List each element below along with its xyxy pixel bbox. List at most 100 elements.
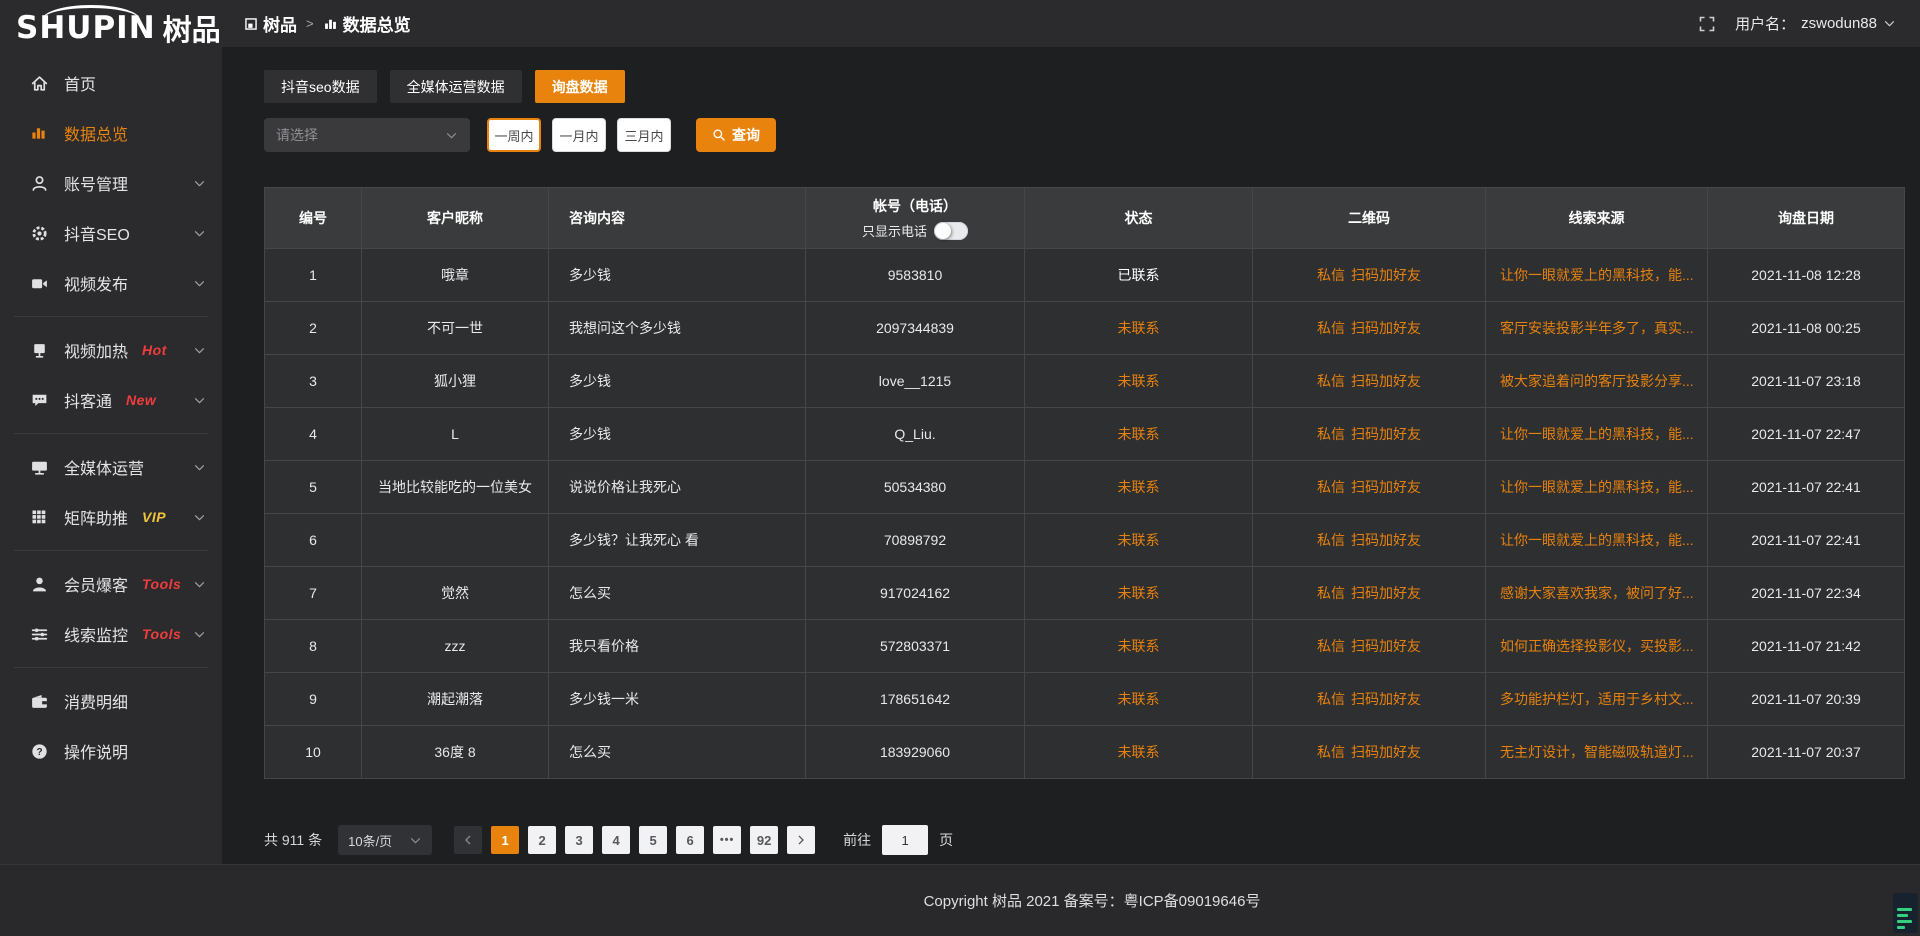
source-link[interactable]: 让你一眼就爱上的黑科技，能... bbox=[1500, 426, 1694, 442]
scan-add-friend-link[interactable]: 扫码加好友 bbox=[1351, 585, 1421, 601]
period-button-one-week[interactable]: 一周内 bbox=[487, 118, 541, 152]
prev-page-button[interactable] bbox=[454, 826, 482, 854]
sidebar-item-douyin-seo[interactable]: 抖音SEO bbox=[0, 208, 222, 258]
column-header-date: 询盘日期 bbox=[1708, 188, 1905, 249]
app-logo[interactable]: SHUPIN 树品 bbox=[16, 7, 221, 49]
breadcrumb-app[interactable]: 树品 bbox=[244, 11, 297, 36]
dm-link[interactable]: 私信 bbox=[1317, 426, 1345, 442]
cell-qrcode: 私信扫码加好友 bbox=[1253, 567, 1486, 620]
dm-link[interactable]: 私信 bbox=[1317, 744, 1345, 760]
period-button-label: 一周内 bbox=[494, 126, 533, 145]
sidebar-item-video-publish[interactable]: 视频发布 bbox=[0, 258, 222, 308]
chevron-down-icon bbox=[193, 628, 206, 641]
period-button-one-month[interactable]: 一月内 bbox=[552, 118, 606, 152]
dm-link[interactable]: 私信 bbox=[1317, 320, 1345, 336]
cell-source: 多功能护栏灯，适用于乡村文... bbox=[1486, 673, 1708, 726]
scan-add-friend-link[interactable]: 扫码加好友 bbox=[1351, 426, 1421, 442]
cell-id: 7 bbox=[265, 567, 362, 620]
sidebar-item-matrix-boost[interactable]: 矩阵助推 VIP bbox=[0, 492, 222, 542]
cell-account: 917024162 bbox=[806, 567, 1025, 620]
sidebar-item-member-baoke[interactable]: 会员爆客 Tools bbox=[0, 559, 222, 609]
chart-icon bbox=[323, 16, 338, 31]
dm-link[interactable]: 私信 bbox=[1317, 479, 1345, 495]
source-link[interactable]: 无主灯设计，智能磁吸轨道灯... bbox=[1500, 744, 1694, 760]
cell-content: 多少钱 bbox=[549, 408, 806, 461]
page-number-button[interactable]: 1 bbox=[491, 826, 519, 854]
page-number-button[interactable]: 2 bbox=[528, 826, 556, 854]
user-dropdown[interactable]: 用户名：zswodun88 bbox=[1735, 13, 1896, 34]
sidebar-item-operation-guide[interactable]: ? 操作说明 bbox=[0, 726, 222, 776]
cell-nickname: 潮起潮落 bbox=[362, 673, 549, 726]
sidebar-item-data-overview[interactable]: 数据总览 bbox=[0, 108, 222, 158]
cell-date: 2021-11-07 22:47 bbox=[1708, 408, 1905, 461]
scan-add-friend-link[interactable]: 扫码加好友 bbox=[1351, 744, 1421, 760]
sidebar-divider bbox=[14, 667, 208, 668]
cell-source: 让你一眼就爱上的黑科技，能... bbox=[1486, 249, 1708, 302]
cell-account: 178651642 bbox=[806, 673, 1025, 726]
scan-add-friend-link[interactable]: 扫码加好友 bbox=[1351, 479, 1421, 495]
page-number-button[interactable]: 5 bbox=[639, 826, 667, 854]
source-link[interactable]: 感谢大家喜欢我家，被问了好... bbox=[1500, 585, 1694, 601]
chevron-down-icon bbox=[193, 394, 206, 407]
sidebar-item-label: 抖音SEO bbox=[64, 221, 130, 245]
goto-page-input[interactable] bbox=[882, 825, 928, 855]
next-page-button[interactable] bbox=[787, 826, 815, 854]
table-row: 6 多少钱？让我死心 看 70898792 未联系 私信扫码加好友 让你一眼就爱… bbox=[265, 514, 1905, 567]
filter-select[interactable]: 请选择 bbox=[264, 118, 470, 152]
table-row: 8 zzz 我只看价格 572803371 未联系 私信扫码加好友 如何正确选择… bbox=[265, 620, 1905, 673]
more-pages-button[interactable]: ••• bbox=[713, 826, 741, 854]
sidebar-item-account-manage[interactable]: 账号管理 bbox=[0, 158, 222, 208]
scan-add-friend-link[interactable]: 扫码加好友 bbox=[1351, 638, 1421, 654]
source-link[interactable]: 被大家追着问的客厅投影分享... bbox=[1500, 373, 1694, 389]
source-link[interactable]: 如何正确选择投影仪，买投影... bbox=[1500, 638, 1694, 654]
dm-link[interactable]: 私信 bbox=[1317, 638, 1345, 654]
period-button-three-month[interactable]: 三月内 bbox=[617, 118, 671, 152]
phone-only-toggle[interactable] bbox=[934, 222, 968, 240]
dm-link[interactable]: 私信 bbox=[1317, 691, 1345, 707]
sidebar-item-consume-detail[interactable]: 消费明细 bbox=[0, 676, 222, 726]
cell-source: 客厅安装投影半年多了，真实... bbox=[1486, 302, 1708, 355]
search-button[interactable]: 查询 bbox=[696, 118, 776, 152]
tab-media-operation-data[interactable]: 全媒体运营数据 bbox=[390, 70, 522, 103]
tab-douyin-seo-data[interactable]: 抖音seo数据 bbox=[264, 70, 377, 103]
cell-qrcode: 私信扫码加好友 bbox=[1253, 355, 1486, 408]
sidebar-item-video-heat[interactable]: 视频加热 Hot bbox=[0, 325, 222, 375]
source-link[interactable]: 客厅安装投影半年多了，真实... bbox=[1500, 320, 1694, 336]
dm-link[interactable]: 私信 bbox=[1317, 585, 1345, 601]
cell-id: 9 bbox=[265, 673, 362, 726]
fullscreen-icon[interactable] bbox=[1699, 16, 1715, 32]
scan-add-friend-link[interactable]: 扫码加好友 bbox=[1351, 691, 1421, 707]
cell-id: 8 bbox=[265, 620, 362, 673]
page-number-button[interactable]: 3 bbox=[565, 826, 593, 854]
scan-add-friend-link[interactable]: 扫码加好友 bbox=[1351, 320, 1421, 336]
sidebar-item-media-operation[interactable]: 全媒体运营 bbox=[0, 442, 222, 492]
sidebar-item-clue-monitor[interactable]: 线索监控 Tools bbox=[0, 609, 222, 659]
recorder-widget bbox=[1893, 893, 1918, 933]
dm-link[interactable]: 私信 bbox=[1317, 373, 1345, 389]
page-number-button[interactable]: 92 bbox=[750, 826, 778, 854]
source-link[interactable]: 让你一眼就爱上的黑科技，能... bbox=[1500, 479, 1694, 495]
table-row: 7 觉然 怎么买 917024162 未联系 私信扫码加好友 感谢大家喜欢我家，… bbox=[265, 567, 1905, 620]
pagination: 共 911 条 10条/页 1 2 3 4 5 6 ••• 92 前往 页 bbox=[264, 825, 1904, 855]
inquiry-table-wrap: 编号 客户昵称 咨询内容 帐号（电话） 只显示电话 状态 二维码 线索来源 询盘… bbox=[264, 187, 1904, 779]
page-number-button[interactable]: 4 bbox=[602, 826, 630, 854]
column-header-status: 状态 bbox=[1025, 188, 1253, 249]
scan-add-friend-link[interactable]: 扫码加好友 bbox=[1351, 267, 1421, 283]
sidebar-item-home[interactable]: 首页 bbox=[0, 58, 222, 108]
question-icon: ? bbox=[30, 742, 49, 761]
table-row: 5 当地比较能吃的一位美女 说说价格让我死心 50534380 未联系 私信扫码… bbox=[265, 461, 1905, 514]
sidebar-item-douketong[interactable]: 抖客通 New bbox=[0, 375, 222, 425]
source-link[interactable]: 让你一眼就爱上的黑科技，能... bbox=[1500, 267, 1694, 283]
source-link[interactable]: 多功能护栏灯，适用于乡村文... bbox=[1500, 691, 1694, 707]
scan-add-friend-link[interactable]: 扫码加好友 bbox=[1351, 373, 1421, 389]
scan-add-friend-link[interactable]: 扫码加好友 bbox=[1351, 532, 1421, 548]
page-size-select[interactable]: 10条/页 bbox=[338, 825, 432, 855]
page-number-button[interactable]: 6 bbox=[676, 826, 704, 854]
dm-link[interactable]: 私信 bbox=[1317, 267, 1345, 283]
cell-date: 2021-11-07 20:39 bbox=[1708, 673, 1905, 726]
tab-inquiry-data[interactable]: 询盘数据 bbox=[535, 70, 625, 103]
cell-source: 让你一眼就爱上的黑科技，能... bbox=[1486, 461, 1708, 514]
source-link[interactable]: 让你一眼就爱上的黑科技，能... bbox=[1500, 532, 1694, 548]
dm-link[interactable]: 私信 bbox=[1317, 532, 1345, 548]
cell-content: 怎么买 bbox=[549, 567, 806, 620]
